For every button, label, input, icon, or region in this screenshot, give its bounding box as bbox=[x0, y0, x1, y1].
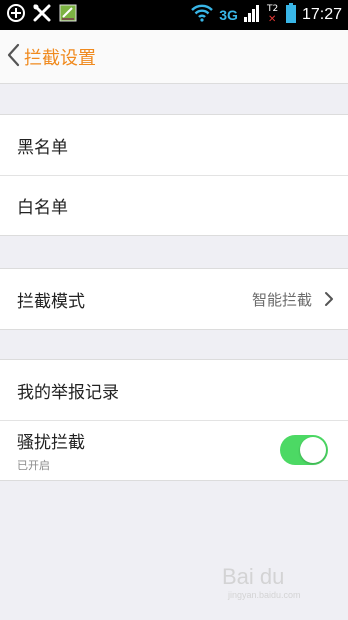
row-label: 黑名单 bbox=[17, 137, 68, 158]
sim-label: T2 bbox=[266, 4, 279, 14]
status-sublabel: 已开启 bbox=[17, 459, 50, 472]
row-label: 白名单 bbox=[17, 198, 68, 218]
list-group-mode: 拦截模式 智能拦截 bbox=[0, 268, 348, 330]
page-title: 拦截设置 bbox=[24, 48, 96, 69]
back-button[interactable]: 拦截设置 bbox=[6, 40, 96, 74]
harassment-intercept-row: 骚扰拦截 已开启 bbox=[0, 420, 348, 480]
list-group-reports: 我的举报记录 骚扰拦截 已开启 bbox=[0, 359, 348, 481]
chevron-right-icon bbox=[324, 291, 334, 311]
app-header: 拦截设置 bbox=[0, 30, 348, 84]
battery-icon bbox=[285, 3, 296, 27]
status-left-icons bbox=[6, 4, 78, 26]
clock: 17:27 bbox=[301, 6, 342, 23]
chevron-left-icon bbox=[6, 43, 20, 71]
my-reports-row[interactable]: 我的举报记录 bbox=[0, 360, 348, 420]
intercept-mode-value: 智能拦截 bbox=[251, 290, 312, 309]
wifi-icon bbox=[191, 4, 214, 26]
row-label: 我的举报记录 bbox=[17, 382, 119, 403]
baidu-watermark: Bai du jingyan.baidu.com bbox=[222, 562, 322, 606]
add-circle-icon bbox=[6, 3, 26, 27]
watermark-text: Bai du bbox=[222, 564, 285, 589]
harassment-intercept-toggle[interactable] bbox=[280, 435, 328, 465]
watermark-subtext: jingyan.baidu.com bbox=[228, 590, 301, 600]
signal-icon bbox=[243, 4, 260, 26]
intercept-mode-row[interactable]: 拦截模式 智能拦截 bbox=[0, 269, 348, 329]
toggle-knob bbox=[300, 437, 326, 463]
whitelist-row[interactable]: 白名单 bbox=[0, 175, 348, 235]
list-group-names: 黑名单 白名单 bbox=[0, 114, 348, 236]
status-right-icons: 3G T2 ✕ 17:27 bbox=[191, 3, 342, 27]
row-label: 拦截模式 bbox=[17, 291, 85, 312]
status-bar: 3G T2 ✕ 17:27 bbox=[0, 0, 348, 30]
sim2-no-signal-icon: T2 ✕ bbox=[266, 4, 279, 25]
blacklist-row[interactable]: 黑名单 bbox=[0, 115, 348, 175]
network-type: 3G bbox=[219, 7, 238, 23]
row-label: 骚扰拦截 bbox=[17, 433, 85, 453]
note-icon bbox=[58, 3, 78, 27]
tools-icon bbox=[32, 3, 52, 27]
